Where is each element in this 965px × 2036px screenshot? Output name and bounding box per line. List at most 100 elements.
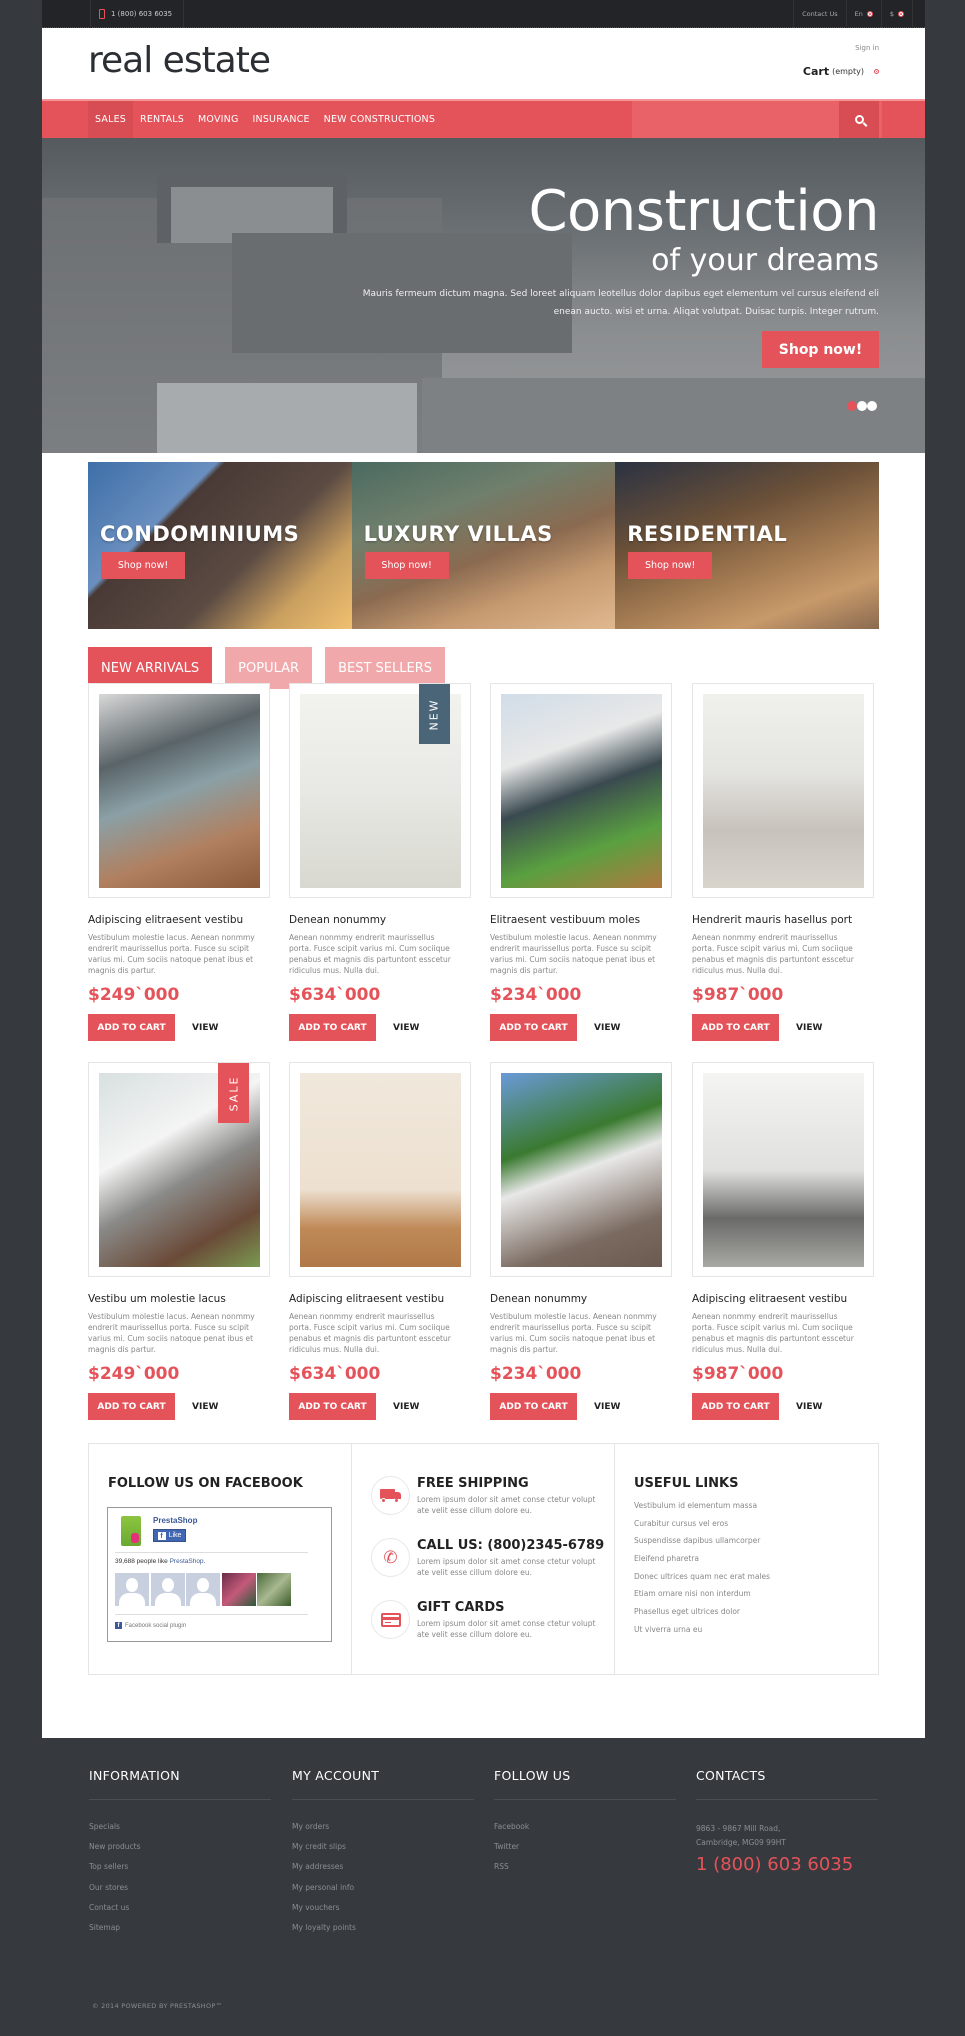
banner-shop-now-button[interactable]: Shop now! xyxy=(101,552,185,579)
product-image-frame[interactable] xyxy=(490,1062,672,1277)
banner-luxury-villas[interactable]: LUXURY VILLAS Shop now! xyxy=(351,462,616,629)
product-image[interactable] xyxy=(501,694,662,888)
nav-item-sales[interactable]: SALES xyxy=(88,101,134,138)
product-price: $249`000 xyxy=(88,985,180,1005)
search-button[interactable] xyxy=(839,101,879,138)
product-name[interactable]: Denean nonummy xyxy=(490,1293,672,1305)
chevron-down-icon xyxy=(898,11,904,17)
footer-link[interactable]: Facebook xyxy=(494,1822,676,1842)
useful-link[interactable]: Vestibulum id elementum massa xyxy=(634,1501,770,1519)
add-to-cart-button[interactable]: ADD TO CART xyxy=(490,1014,577,1041)
product-image[interactable] xyxy=(99,694,260,888)
nav-item-moving[interactable]: MOVING xyxy=(191,101,245,138)
footer-link[interactable]: My personal info xyxy=(292,1883,474,1903)
view-button[interactable]: VIEW xyxy=(192,1023,218,1033)
product-name[interactable]: Adipiscing elitraesent vestibu xyxy=(692,1293,874,1305)
footer-link[interactable]: Specials xyxy=(89,1822,271,1842)
facebook-like-button[interactable]: f Like xyxy=(153,1529,186,1542)
nav-item-insurance[interactable]: INSURANCE xyxy=(246,101,317,138)
product-image-frame[interactable] xyxy=(490,683,672,898)
footer-follow-us: FOLLOW US Facebook Twitter RSS xyxy=(494,1768,676,1883)
product-name[interactable]: Denean nonummy xyxy=(289,914,471,926)
sign-in-link[interactable]: Sign in xyxy=(855,44,879,52)
footer-link[interactable]: Sitemap xyxy=(89,1923,271,1943)
product-name[interactable]: Vestibu um molestie lacus xyxy=(88,1293,270,1305)
footer-link[interactable]: My addresses xyxy=(292,1862,474,1882)
product-image[interactable] xyxy=(300,1073,461,1267)
like-count-page-link[interactable]: PrestaShop. xyxy=(170,1558,206,1565)
view-button[interactable]: VIEW xyxy=(393,1023,419,1033)
footer-link[interactable]: My orders xyxy=(292,1822,474,1842)
slider-dot-1[interactable] xyxy=(847,401,857,411)
avatar[interactable] xyxy=(150,1573,185,1606)
product-image-frame[interactable] xyxy=(88,683,270,898)
add-to-cart-button[interactable]: ADD TO CART xyxy=(692,1014,779,1041)
avatar[interactable] xyxy=(115,1573,149,1606)
banner-shop-now-button[interactable]: Shop now! xyxy=(364,552,449,579)
view-button[interactable]: VIEW xyxy=(594,1402,620,1412)
footer-link[interactable]: RSS xyxy=(494,1862,676,1882)
product-name[interactable]: Elitraesent vestibuum moles xyxy=(490,914,672,926)
view-button[interactable]: VIEW xyxy=(393,1402,419,1412)
footer-link[interactable]: New products xyxy=(89,1842,271,1862)
add-to-cart-button[interactable]: ADD TO CART xyxy=(88,1393,175,1420)
banner-condominiums[interactable]: CONDOMINIUMS Shop now! xyxy=(88,462,352,629)
product-name[interactable]: Hendrerit mauris hasellus port xyxy=(692,914,874,926)
product-name[interactable]: Adipiscing elitraesent vestibu xyxy=(289,1293,471,1305)
footer-link[interactable]: My loyalty points xyxy=(292,1923,474,1943)
hero-shop-now-button[interactable]: Shop now! xyxy=(762,331,879,368)
nav-item-rentals[interactable]: RENTALS xyxy=(133,101,191,138)
useful-link[interactable]: Ut viverra urna eu xyxy=(634,1625,770,1643)
copyright: © 2014 POWERED BY PRESTASHOP™ xyxy=(92,2002,223,2010)
footer-link[interactable]: My credit slips xyxy=(292,1842,474,1862)
add-to-cart-button[interactable]: ADD TO CART xyxy=(289,1014,376,1041)
product-image-frame[interactable]: SALE xyxy=(88,1062,270,1277)
cart-button[interactable]: Cart (empty) xyxy=(803,65,879,78)
currency-selector[interactable]: $ xyxy=(880,0,913,28)
useful-link[interactable]: Suspendisse dapibus ullamcorper xyxy=(634,1536,770,1554)
nav-item-new-constructions[interactable]: NEW CONSTRUCTIONS xyxy=(317,101,442,138)
useful-link[interactable]: Donec ultrices quam nec erat males xyxy=(634,1572,770,1590)
view-button[interactable]: VIEW xyxy=(796,1402,822,1412)
useful-link[interactable]: Etiam ornare nisi non interdum xyxy=(634,1589,770,1607)
avatar[interactable] xyxy=(257,1573,291,1606)
useful-link[interactable]: Eleifend pharetra xyxy=(634,1554,770,1572)
product-image[interactable] xyxy=(703,694,864,888)
add-to-cart-button[interactable]: ADD TO CART xyxy=(490,1393,577,1420)
banner-shop-now-button[interactable]: Shop now! xyxy=(628,552,713,579)
facebook-plugin-label[interactable]: f Facebook social plugin xyxy=(115,1622,186,1629)
product-image-frame[interactable]: NEW xyxy=(289,683,471,898)
chevron-down-icon xyxy=(874,69,879,74)
footer-link[interactable]: Twitter xyxy=(494,1842,676,1862)
view-button[interactable]: VIEW xyxy=(796,1023,822,1033)
banner-residential[interactable]: RESIDENTIAL Shop now! xyxy=(615,462,879,629)
footer-link[interactable]: Top sellers xyxy=(89,1862,271,1882)
like-label: Like xyxy=(168,1532,182,1539)
language-selector[interactable]: En xyxy=(845,0,881,28)
view-button[interactable]: VIEW xyxy=(594,1023,620,1033)
slider-dot-2[interactable] xyxy=(857,401,867,411)
add-to-cart-button[interactable]: ADD TO CART xyxy=(692,1393,779,1420)
facebook-page-name[interactable]: PrestaShop xyxy=(153,1516,197,1525)
avatar[interactable] xyxy=(221,1573,256,1606)
add-to-cart-button[interactable]: ADD TO CART xyxy=(289,1393,376,1420)
useful-link[interactable]: Curabitur cursus vel eros xyxy=(634,1519,770,1537)
slider-dot-3[interactable] xyxy=(867,401,877,411)
product-name[interactable]: Adipiscing elitraesent vestibu xyxy=(88,914,270,926)
product-image[interactable] xyxy=(501,1073,662,1267)
product-image[interactable] xyxy=(703,1073,864,1267)
contact-us-link[interactable]: Contact Us xyxy=(793,0,846,28)
footer-link[interactable]: My vouchers xyxy=(292,1903,474,1923)
useful-link[interactable]: Phasellus eget ultrices dolor xyxy=(634,1607,770,1625)
footer-link[interactable]: Our stores xyxy=(89,1883,271,1903)
view-button[interactable]: VIEW xyxy=(192,1402,218,1412)
footer-phone[interactable]: 1 (800) 603 6035 xyxy=(696,1854,878,1875)
avatar[interactable] xyxy=(186,1573,220,1606)
add-to-cart-button[interactable]: ADD TO CART xyxy=(88,1014,175,1041)
product-image-frame[interactable] xyxy=(692,1062,874,1277)
footer-link[interactable]: Contact us xyxy=(89,1903,271,1923)
truck-icon xyxy=(379,1488,402,1503)
product-image-frame[interactable] xyxy=(289,1062,471,1277)
product-image-frame[interactable] xyxy=(692,683,874,898)
site-logo[interactable]: real estate xyxy=(88,40,271,81)
